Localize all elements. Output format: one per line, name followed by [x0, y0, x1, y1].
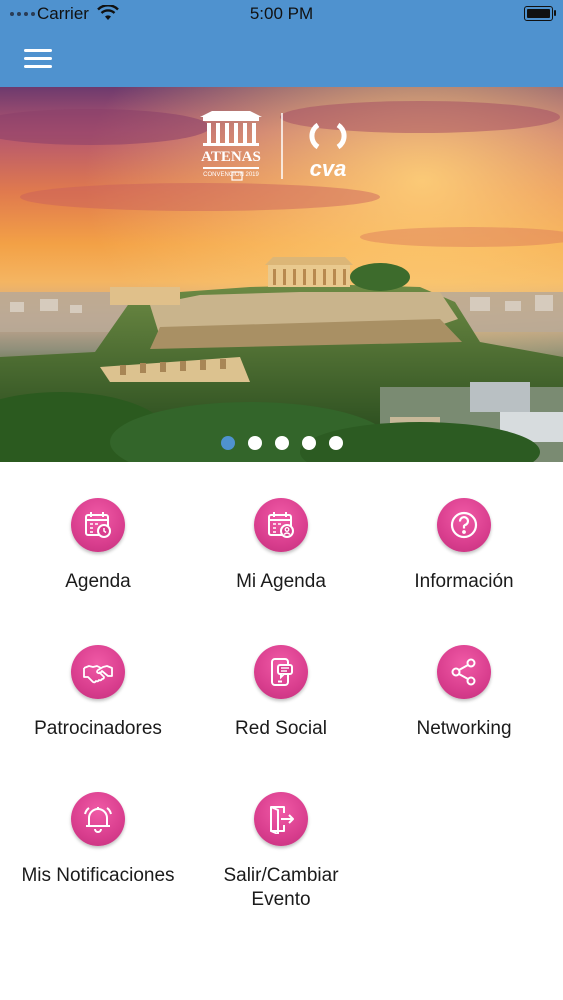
status-time: 5:00 PM: [249, 4, 314, 23]
bell-icon: [71, 792, 125, 846]
carousel-dot[interactable]: [220, 436, 235, 450]
menu-item-label: Red Social: [235, 718, 327, 739]
phone-chat-icon: [254, 645, 308, 699]
exit-door-icon: [254, 792, 308, 846]
menu-item-informacion[interactable]: Información: [370, 462, 558, 602]
logo-subtitle: CONVENCION 2019: [203, 172, 259, 178]
carousel-pagination: [0, 436, 563, 450]
carousel-dot[interactable]: [247, 436, 262, 450]
calendar-user-icon: [254, 498, 308, 552]
menu-item-networking[interactable]: Networking: [370, 609, 558, 749]
menu-item-mi-agenda[interactable]: Mi Agenda: [187, 462, 375, 602]
acropolis-image: ATENAS CONVENCION 2019 cva: [0, 87, 563, 462]
menu-item-label: Agenda: [65, 571, 131, 592]
menu-item-mis-notificaciones[interactable]: Mis Notificaciones: [4, 756, 192, 896]
status-bar: Carrier 5:00 PM: [0, 0, 563, 30]
menu-item-label: Salir/Cambiar Evento: [223, 865, 339, 910]
menu-item-label: Mi Agenda: [236, 571, 326, 592]
hamburger-menu-button[interactable]: [22, 46, 54, 70]
share-nodes-icon: [437, 645, 491, 699]
menu-item-patrocinadores[interactable]: Patrocinadores: [4, 609, 192, 749]
menu-item-label: Información: [414, 571, 514, 592]
menu-item-red-social[interactable]: Red Social: [187, 609, 375, 749]
carousel-dot[interactable]: [328, 436, 343, 450]
menu-item-label: Patrocinadores: [34, 718, 162, 739]
hero-banner[interactable]: ATENAS CONVENCION 2019 cva: [0, 87, 563, 462]
nav-bar: [0, 30, 563, 87]
menu-item-label: Networking: [416, 718, 512, 739]
menu-item-salir-cambiar-evento[interactable]: Salir/Cambiar Evento: [187, 756, 375, 910]
battery-icon: [524, 6, 556, 21]
menu-item-agenda[interactable]: Agenda: [4, 462, 192, 602]
carousel-dot[interactable]: [301, 436, 316, 450]
menu-item-label: Mis Notificaciones: [21, 865, 175, 886]
carousel-dot[interactable]: [274, 436, 289, 450]
question-circle-icon: [437, 498, 491, 552]
logo-title: ATENAS: [201, 149, 261, 165]
handshake-icon: [71, 645, 125, 699]
cva-brand-text: cva: [310, 156, 347, 181]
calendar-clock-icon: [71, 498, 125, 552]
